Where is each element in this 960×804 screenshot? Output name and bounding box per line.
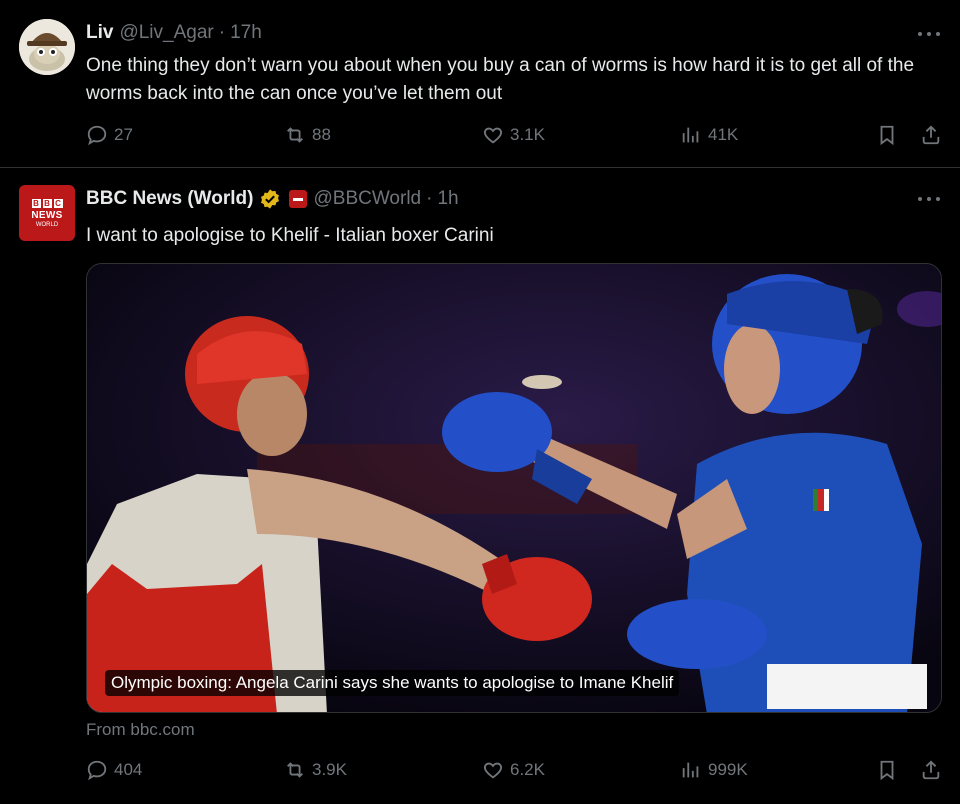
tweet-liv[interactable]: Liv @Liv_Agar · 17h One thing they don’t…	[0, 0, 960, 168]
reply-count: 404	[114, 760, 143, 779]
timestamp[interactable]: 17h	[230, 22, 262, 44]
author-handle[interactable]: @Liv_Agar	[119, 22, 213, 44]
separator-dot: ·	[426, 188, 433, 209]
avatar[interactable]: B B C NEWS WORLD	[19, 185, 75, 241]
share-icon	[922, 760, 940, 780]
media-caption: Olympic boxing: Angela Carini says she w…	[105, 670, 680, 696]
bookmark-icon	[880, 760, 894, 781]
tweet-actions: 404 3.9K 6.2K 999K	[86, 759, 942, 785]
more-options-button[interactable]	[918, 24, 940, 44]
reply-button[interactable]: 27	[86, 124, 133, 146]
frog-hat-avatar-icon	[19, 19, 75, 75]
share-button[interactable]	[920, 759, 942, 781]
retweet-count: 3.9K	[312, 760, 347, 779]
like-button[interactable]: 3.1K	[482, 124, 545, 146]
tweet-text: One thing they don’t warn you about when…	[86, 55, 915, 104]
heart-icon	[483, 762, 503, 779]
separator-dot: ·	[218, 22, 226, 43]
boxing-photo	[87, 264, 941, 712]
heart-icon	[483, 127, 503, 144]
tweet-actions: 27 88 3.1K 41K	[86, 124, 942, 150]
views-button[interactable]: 999K	[680, 759, 748, 781]
affiliate-badge-icon[interactable]	[289, 190, 308, 208]
retweet-icon	[287, 127, 303, 143]
bbc-news-world-logo: B B C NEWS WORLD	[31, 198, 63, 228]
avatar[interactable]	[19, 19, 75, 75]
share-button[interactable]	[920, 124, 942, 146]
link-source[interactable]: From bbc.com	[86, 720, 195, 740]
more-options-button[interactable]	[918, 189, 940, 209]
retweet-count: 88	[312, 125, 331, 144]
tweet-text: I want to apologise to Khelif - Italian …	[86, 225, 494, 246]
bookmark-button[interactable]	[876, 759, 898, 781]
bookmark-button[interactable]	[876, 124, 898, 146]
views-count: 41K	[708, 125, 739, 144]
author-name[interactable]: BBC News (World)	[86, 188, 253, 210]
share-icon	[922, 125, 940, 145]
tweet-bbc-world[interactable]: B B C NEWS WORLD BBC News (World) @BBCWo…	[0, 169, 960, 804]
author-handle[interactable]: @BBCWorld	[313, 188, 421, 210]
link-card-image[interactable]: Olympic boxing: Angela Carini says she w…	[86, 263, 942, 713]
like-count: 3.1K	[510, 125, 545, 144]
reply-icon	[87, 760, 107, 781]
retweet-icon	[287, 762, 303, 778]
timestamp[interactable]: 1h	[437, 188, 458, 210]
views-count: 999K	[708, 760, 748, 779]
reply-button[interactable]: 404	[86, 759, 142, 781]
reply-icon	[87, 125, 107, 146]
views-icon	[682, 762, 699, 778]
author-name[interactable]: Liv	[86, 22, 113, 44]
retweet-button[interactable]: 3.9K	[284, 759, 347, 781]
views-icon	[682, 127, 699, 143]
bookmark-icon	[880, 125, 894, 146]
views-button[interactable]: 41K	[680, 124, 738, 146]
like-count: 6.2K	[510, 760, 545, 779]
reply-count: 27	[114, 125, 133, 144]
like-button[interactable]: 6.2K	[482, 759, 545, 781]
retweet-button[interactable]: 88	[284, 124, 331, 146]
verified-badge-icon[interactable]	[259, 188, 281, 210]
